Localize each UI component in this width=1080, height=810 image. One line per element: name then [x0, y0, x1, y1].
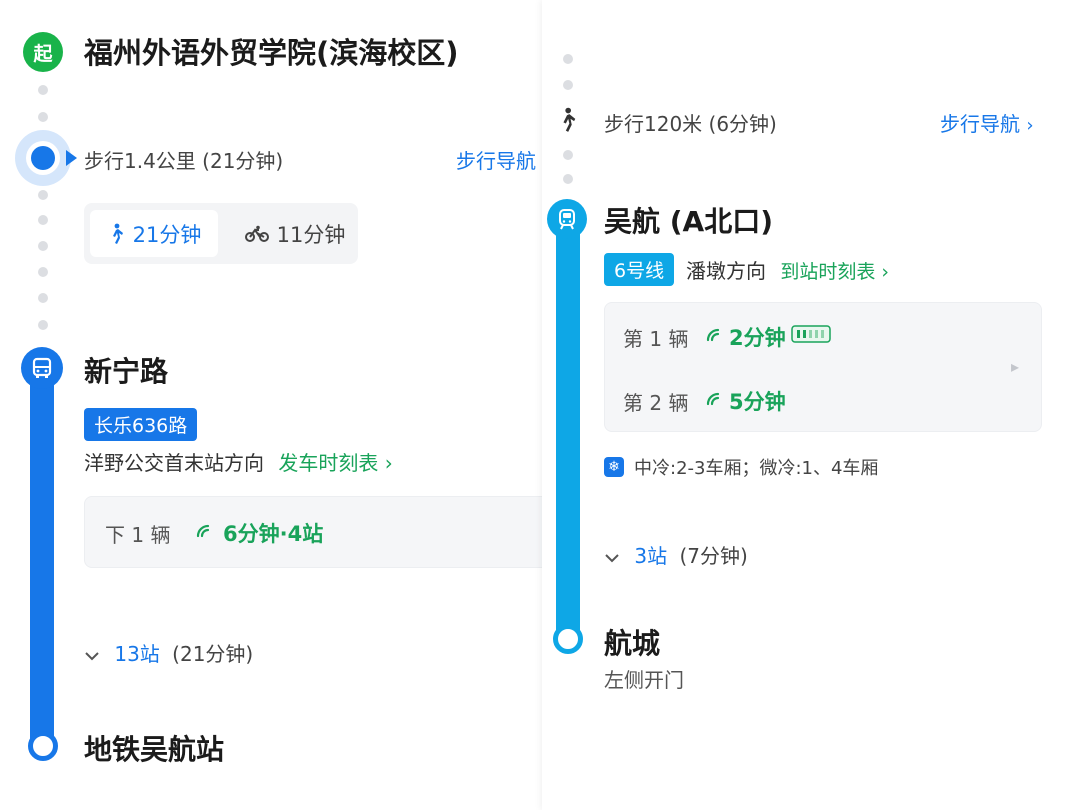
mode-bike-button[interactable]: 11分钟	[236, 210, 354, 257]
metro-stops-count: 3站	[634, 544, 668, 568]
bicycle-icon	[244, 225, 269, 242]
current-location-icon	[15, 130, 71, 186]
bus-schedule-link[interactable]: 发车时刻表 ›	[278, 451, 392, 475]
chevron-down-icon	[85, 651, 99, 660]
metro-end-marker	[553, 624, 583, 654]
metro-walk-navigation-link[interactable]: 步行导航 ›	[940, 108, 1034, 137]
metro-direction-text: 潘墩方向	[686, 259, 766, 283]
vehicle-label: 下 1 辆	[105, 523, 171, 547]
mode-walk-button[interactable]: 21分钟	[90, 210, 218, 257]
bus-end-stop-name[interactable]: 地铁吴航站	[84, 728, 224, 768]
bus-stops-duration: (21分钟)	[172, 642, 254, 666]
chevron-right-icon: ›	[881, 261, 890, 283]
metro-line-tag[interactable]: 6号线	[604, 253, 675, 286]
realtime-signal-icon	[706, 328, 720, 342]
train-1-eta: 2分钟	[729, 326, 786, 350]
snowflake-icon: ❄	[604, 457, 624, 477]
travel-mode-switcher: 21分钟 11分钟	[84, 203, 358, 264]
route-dot	[38, 215, 48, 225]
bus-direction-row: 洋野公交首末站方向 发车时刻表 ›	[84, 447, 393, 476]
route-dot	[38, 112, 48, 122]
metro-schedule-label: 到站时刻表	[780, 261, 876, 283]
bus-eta: 6分钟·4站	[223, 522, 324, 546]
route-dot	[38, 85, 48, 95]
metro-arrival-card[interactable]: 第 1 辆 2分钟 第 2 辆 5分钟 ▸	[604, 302, 1042, 432]
bus-route-tag[interactable]: 长乐636路	[84, 408, 198, 441]
metro-end-stop-name[interactable]: 航城	[604, 622, 660, 662]
route-dot	[563, 150, 573, 160]
chevron-right-icon: ›	[1026, 115, 1034, 136]
walking-person-icon	[112, 223, 123, 244]
train-1-label: 第 1 辆	[623, 327, 689, 351]
bus-end-marker	[28, 731, 58, 761]
bike-duration-label: 11分钟	[276, 222, 346, 247]
walk-distance-text: 步行1.4公里 (21分钟)	[84, 149, 284, 173]
bus-stops-count: 13站	[114, 642, 160, 666]
route-dot	[38, 320, 48, 330]
bus-stop-name[interactable]: 新宁路	[84, 350, 168, 390]
door-side-text: 左侧开门	[604, 668, 684, 692]
metro-route-line	[556, 215, 580, 640]
start-badge: 起	[23, 32, 63, 72]
chevron-down-icon	[605, 553, 619, 562]
heading-arrow-icon	[66, 150, 77, 166]
chevron-right-icon: ›	[384, 451, 393, 475]
realtime-signal-icon	[196, 524, 210, 538]
route-dot	[563, 174, 573, 184]
train-2-eta: 5分钟	[729, 390, 786, 414]
ac-info-text: 中冷:2-3车厢；微冷:1、4车厢	[634, 458, 879, 479]
route-dot	[563, 80, 573, 90]
metro-icon	[547, 199, 587, 239]
route-dot	[38, 293, 48, 303]
bus-icon	[21, 347, 63, 389]
walk-duration-label: 21分钟	[132, 222, 202, 247]
bus-arrival-card[interactable]: 下 1 辆 6分钟·4站	[84, 496, 545, 568]
start-location-title[interactable]: 福州外语外贸学院(滨海校区)	[84, 30, 459, 72]
metro-stop-name[interactable]: 吴航 (A北口)	[604, 200, 773, 240]
bus-route-line	[30, 365, 54, 745]
metro-stops-duration: (7分钟)	[679, 544, 748, 568]
metro-schedule-link[interactable]: 到站时刻表 ›	[780, 261, 889, 283]
route-dot	[38, 190, 48, 200]
walk-navigation-link[interactable]: 步行导航	[456, 145, 536, 174]
bus-schedule-label: 发车时刻表	[278, 451, 379, 475]
metro-direction-row: 潘墩方向 到站时刻表 ›	[686, 255, 889, 284]
ac-info-row: ❄ 中冷:2-3车厢；微冷:1、4车厢	[604, 454, 878, 480]
route-dot	[563, 54, 573, 64]
bus-stops-toggle[interactable]: 13站 (21分钟)	[84, 638, 253, 667]
walking-person-icon	[563, 107, 576, 132]
crowding-level-icon	[791, 325, 831, 343]
metro-walk-nav-label: 步行导航	[940, 112, 1020, 136]
train-2-label: 第 2 辆	[623, 391, 689, 415]
bus-direction-text: 洋野公交首末站方向	[84, 451, 264, 475]
metro-walk-distance-text: 步行120米 (6分钟)	[604, 112, 777, 136]
chevron-right-icon: ▸	[1011, 357, 1020, 376]
metro-stops-toggle[interactable]: 3站 (7分钟)	[604, 540, 748, 569]
realtime-signal-icon	[706, 392, 720, 406]
route-dot	[38, 241, 48, 251]
route-dot	[38, 267, 48, 277]
bus-route-panel: 起 福州外语外贸学院(滨海校区) 步行1.4公里 (21分钟) 步行导航 21分…	[0, 0, 545, 810]
